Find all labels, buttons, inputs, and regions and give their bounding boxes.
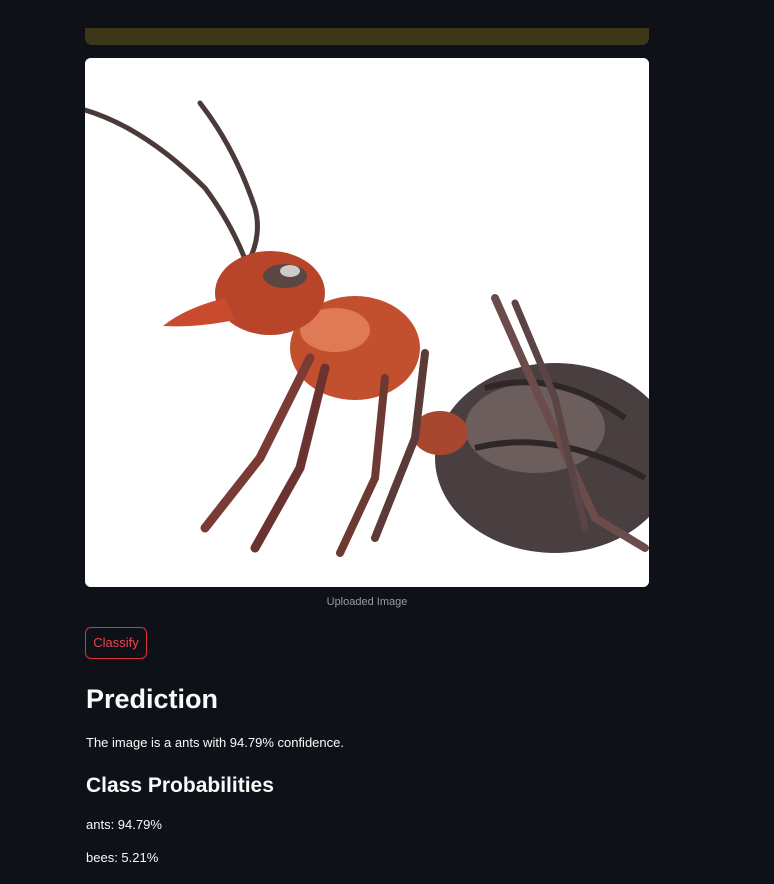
notice-bar	[85, 28, 649, 45]
probability-ants: ants: 94.79%	[86, 817, 162, 832]
prediction-result: The image is a ants with 94.79% confiden…	[86, 735, 344, 750]
classify-button[interactable]: Classify	[85, 627, 147, 659]
class-probabilities-heading: Class Probabilities	[86, 774, 274, 797]
uploaded-image	[85, 58, 649, 587]
app-main: Uploaded Image Classify Prediction The i…	[0, 0, 774, 884]
ant-photo	[85, 58, 649, 587]
prediction-heading: Prediction	[86, 684, 219, 714]
image-caption: Uploaded Image	[326, 596, 408, 608]
probability-bees: bees: 5.21%	[86, 850, 159, 865]
